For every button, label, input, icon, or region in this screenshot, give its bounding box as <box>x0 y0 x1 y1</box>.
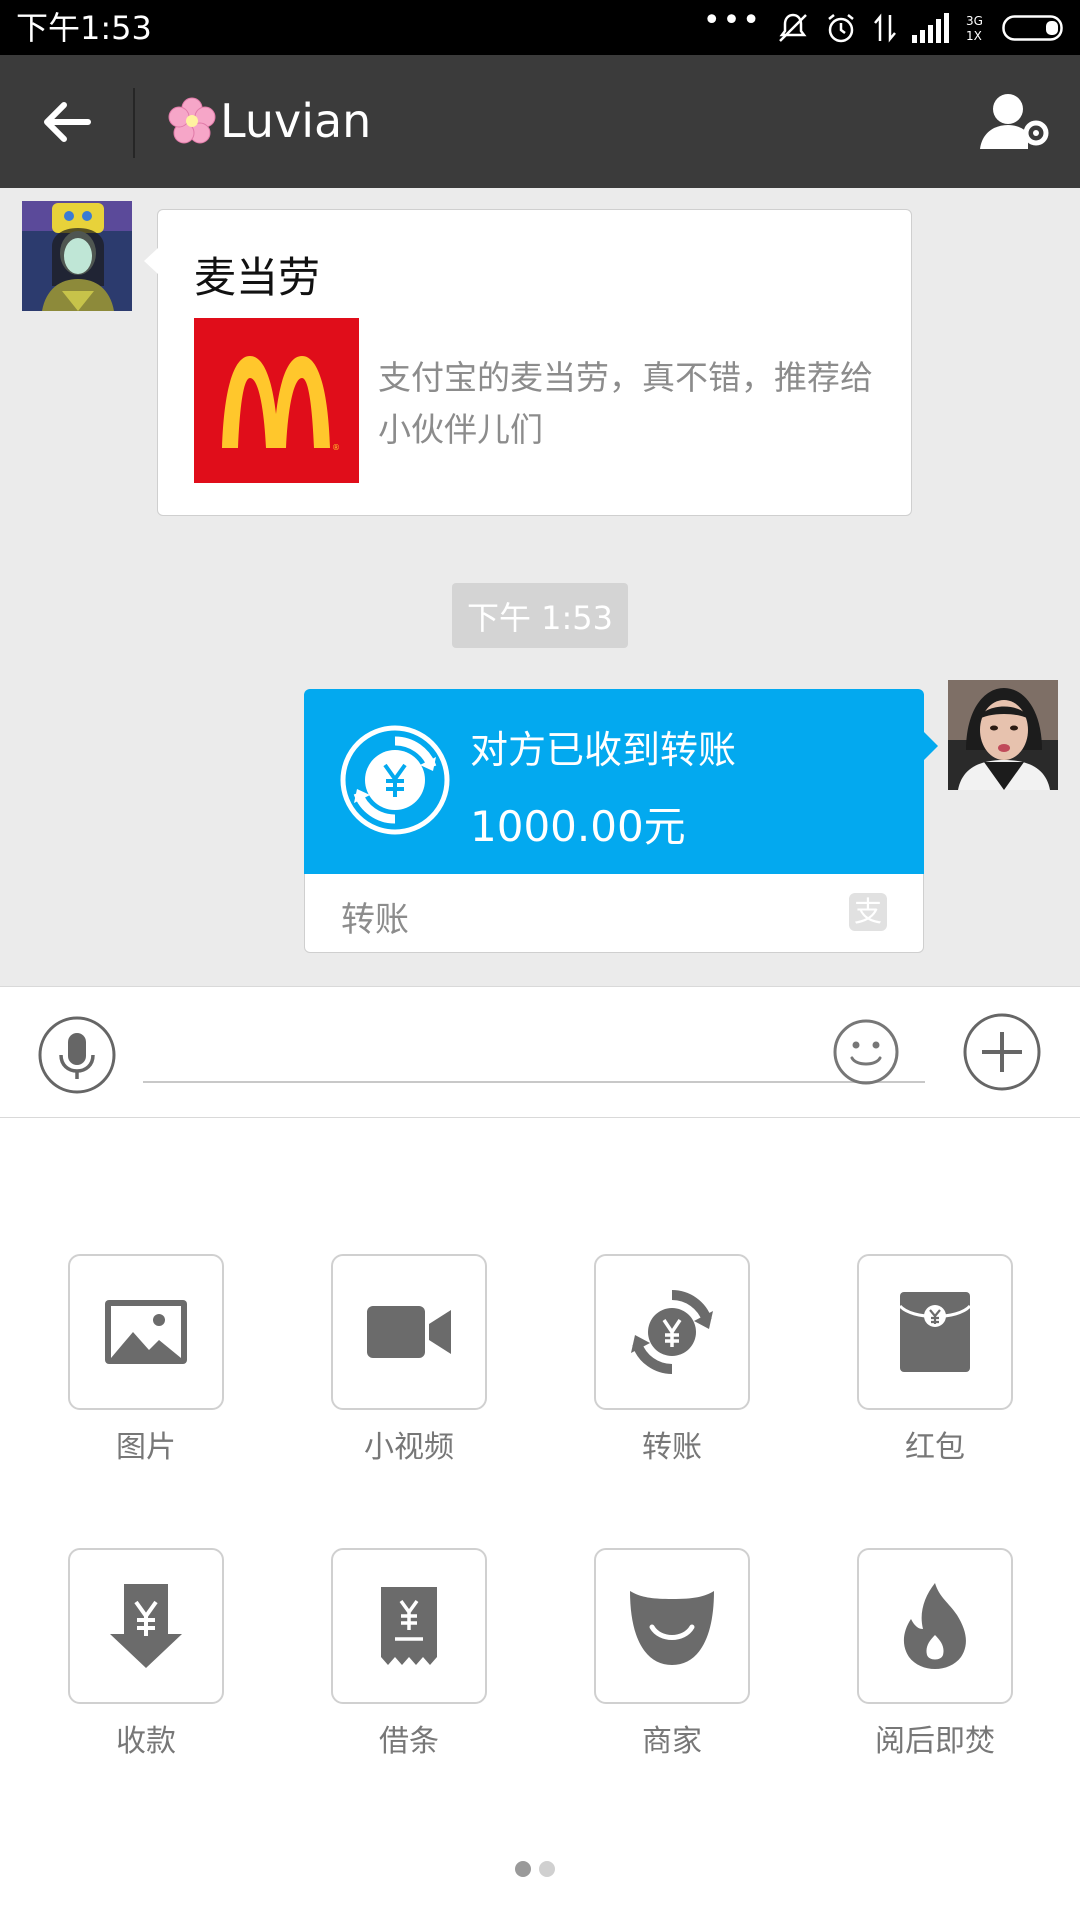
transfer-status-text: 对方已收到转账 <box>470 728 737 772</box>
my-avatar[interactable] <box>948 680 1058 790</box>
contact-avatar-image <box>22 201 132 311</box>
red-envelope-icon <box>900 1292 970 1372</box>
shared-link-message[interactable]: 麦当劳 ® 支付宝的麦当劳，真不错，推荐给小伙伴儿们 <box>144 209 912 516</box>
signal-icon <box>912 13 949 43</box>
network-type-icon: 3G1X <box>966 14 983 43</box>
more-actions-panel: 图片 小视频 转账 红包 收款 借条 商家 阅后即焚 <box>0 1118 1080 1920</box>
tool-red-envelope-tile <box>857 1254 1013 1410</box>
video-camera-icon <box>367 1306 451 1358</box>
tool-receive-money-tile <box>68 1548 224 1704</box>
tool-burn-after-reading-tile <box>857 1548 1013 1704</box>
tool-merchant-label: 商家 <box>642 1724 702 1759</box>
contact-settings-button[interactable] <box>976 85 1052 161</box>
more-actions-button[interactable] <box>962 1012 1042 1092</box>
tool-iou-tile <box>331 1548 487 1704</box>
microphone-icon <box>38 1016 116 1094</box>
bubble-tail <box>924 732 938 760</box>
transfer-amount: 1000.00元 <box>470 802 686 851</box>
alipay-logo-icon: 支 <box>849 893 887 931</box>
transfer-icon <box>631 1290 713 1374</box>
iou-icon <box>381 1587 437 1665</box>
transfer-message[interactable]: 对方已收到转账 1000.00元 转账 支 <box>304 689 938 953</box>
receive-money-icon <box>110 1584 182 1668</box>
status-time: 下午1:53 <box>16 9 152 47</box>
back-button[interactable] <box>30 85 104 159</box>
svg-text:3G: 3G <box>966 14 983 28</box>
tool-merchant[interactable]: 商家 <box>594 1548 750 1759</box>
status-bar: 下午1:53 ••• 3G 1X <box>0 0 1080 55</box>
chat-title: Luvian <box>168 91 371 151</box>
plus-icon <box>963 1013 1041 1091</box>
panel-page-indicator <box>515 1861 555 1877</box>
tool-transfer-tile <box>594 1254 750 1410</box>
tool-image-label: 图片 <box>116 1430 176 1465</box>
tool-transfer[interactable]: 转账 <box>594 1254 750 1465</box>
my-avatar-image <box>948 680 1058 790</box>
battery-icon <box>1002 15 1063 41</box>
emoji-button[interactable] <box>832 1018 900 1086</box>
message-text-input[interactable] <box>143 1017 925 1083</box>
voice-input-button[interactable] <box>37 1015 117 1095</box>
tool-image-tile <box>68 1254 224 1410</box>
chat-message-list[interactable]: 麦当劳 ® 支付宝的麦当劳，真不错，推荐给小伙伴儿们 下午 1:53 对方已收到… <box>0 188 1080 986</box>
message-timestamp: 下午 1:53 <box>452 583 628 648</box>
contact-avatar[interactable] <box>22 201 132 311</box>
data-transfer-icon <box>874 13 896 43</box>
transfer-received-icon <box>340 725 450 835</box>
tool-video-label: 小视频 <box>364 1430 454 1465</box>
tool-transfer-label: 转账 <box>642 1430 702 1465</box>
alarm-icon <box>828 14 854 43</box>
tool-video-tile <box>331 1254 487 1410</box>
tool-red-envelope-label: 红包 <box>905 1430 965 1465</box>
status-icons: ••• 3G 1X <box>702 3 1066 46</box>
transfer-message-footer: 转账 支 <box>304 874 924 953</box>
tool-burn-after-reading[interactable]: 阅后即焚 <box>857 1548 1013 1759</box>
image-icon <box>105 1300 187 1364</box>
tool-iou[interactable]: 借条 <box>331 1548 487 1759</box>
merchant-icon <box>630 1591 714 1665</box>
svg-text:®: ® <box>332 443 340 452</box>
shared-link-title: 麦当劳 <box>194 253 321 302</box>
flame-icon <box>903 1583 966 1669</box>
silent-icon <box>779 13 807 42</box>
chat-title-text: Luvian <box>220 94 372 148</box>
tool-merchant-tile <box>594 1548 750 1704</box>
message-input-bar <box>0 986 1080 1118</box>
tool-video[interactable]: 小视频 <box>331 1254 487 1465</box>
bubble-tail <box>144 248 158 274</box>
shared-link-description: 支付宝的麦当劳，真不错，推荐给小伙伴儿们 <box>378 358 873 449</box>
transfer-message-header: 对方已收到转账 1000.00元 <box>304 689 938 874</box>
back-arrow-icon <box>44 102 91 142</box>
page-dot <box>539 1861 555 1877</box>
chat-header: Luvian <box>0 55 1080 188</box>
header-divider <box>133 88 135 158</box>
more-notifications-icon: ••• <box>702 3 762 38</box>
mcdonalds-logo-thumbnail: ® <box>194 318 359 483</box>
svg-text:1X: 1X <box>966 29 982 43</box>
tool-receive-money[interactable]: 收款 <box>68 1548 224 1759</box>
tool-receive-money-label: 收款 <box>116 1724 176 1759</box>
tool-iou-label: 借条 <box>379 1724 439 1759</box>
smiley-icon <box>833 1019 899 1085</box>
mcdonalds-logo-icon: ® <box>194 318 359 483</box>
tool-red-envelope[interactable]: 红包 <box>857 1254 1013 1465</box>
page-dot-active <box>515 1861 531 1877</box>
contact-settings-icon <box>980 94 1049 149</box>
tool-image[interactable]: 图片 <box>68 1254 224 1465</box>
transfer-type-label: 转账 <box>341 900 409 940</box>
cherry-blossom-icon <box>168 97 216 144</box>
tool-burn-after-reading-label: 阅后即焚 <box>875 1724 995 1759</box>
